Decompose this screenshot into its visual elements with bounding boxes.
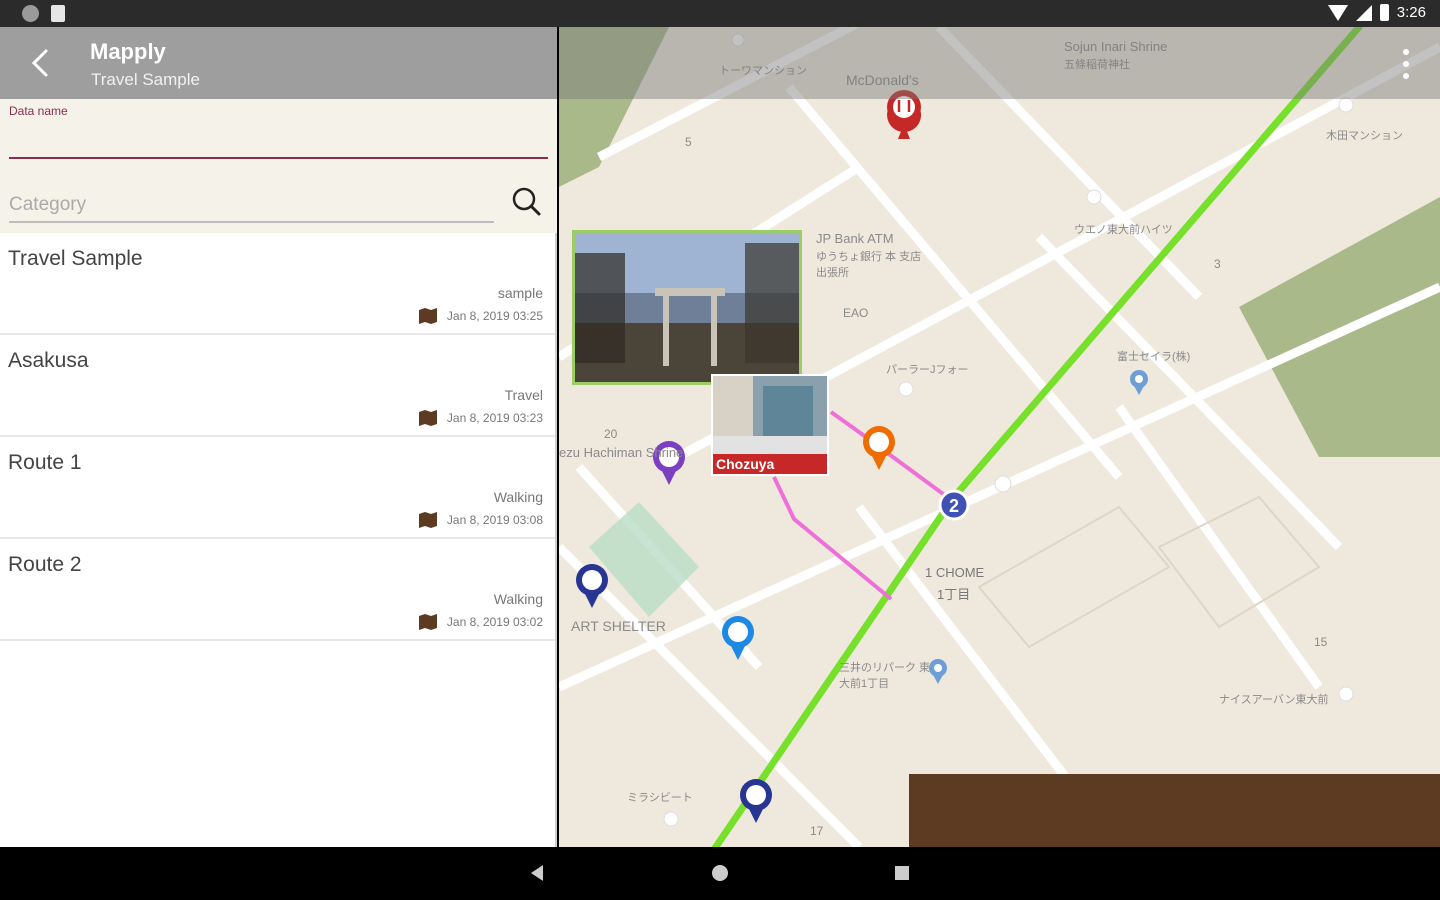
item-date: Jan 8, 2019 03:08	[446, 513, 543, 527]
more-vert-icon	[1403, 49, 1409, 55]
battery-icon	[1379, 4, 1389, 21]
notification-dot-icon	[22, 5, 39, 22]
map-canvas[interactable]: 2	[559, 27, 1440, 847]
search-form: Data name	[0, 99, 557, 233]
item-title: Asakusa	[8, 349, 89, 372]
map-label: パーラーJフォー	[886, 364, 969, 376]
item-category: Travel	[504, 387, 543, 403]
map-label: ウエノ東大前ハイツ	[1074, 224, 1173, 236]
map-label: ART SHELTER	[571, 618, 666, 634]
map-label: ナイスアーバン東大前	[1219, 694, 1329, 706]
list-item[interactable]: Route 2 Walking Jan 8, 2019 03:02	[0, 539, 555, 641]
route-waypoint-label: 2	[949, 496, 959, 516]
search-button[interactable]	[508, 183, 544, 219]
map-label: ezu Hachiman Shrine	[559, 445, 684, 460]
app-subtitle: Travel Sample	[91, 70, 200, 89]
nav-home-icon[interactable]	[712, 865, 728, 881]
category-input[interactable]	[9, 189, 494, 223]
map-icon	[418, 614, 437, 630]
item-date: Jan 8, 2019 03:02	[446, 615, 543, 629]
item-title: Route 2	[8, 553, 82, 576]
map-label: 1丁目	[937, 587, 971, 602]
search-icon	[512, 187, 541, 216]
map-label: 木田マンション	[1326, 130, 1403, 142]
map-icon	[418, 512, 437, 528]
map-label: 17	[810, 824, 824, 838]
map-icon	[418, 308, 437, 324]
item-category: Walking	[493, 591, 543, 607]
item-date: Jan 8, 2019 03:25	[446, 309, 543, 323]
map-label: 三井のリパーク 東大前1丁目	[839, 662, 931, 690]
app: Mapply Travel Sample Data name Travel Sa…	[0, 27, 1440, 847]
sd-card-icon	[51, 5, 65, 22]
bottom-sheet[interactable]	[909, 774, 1440, 847]
map-label: ミラシビート	[627, 792, 693, 804]
status-bar: 3:26	[0, 0, 1440, 27]
map-label: ゆうちょ銀行 本 支店 出張所	[816, 251, 922, 279]
photo-caption: Chozuya	[716, 456, 775, 472]
item-title: Travel Sample	[8, 247, 143, 270]
photo-marker-chozuya[interactable]: Chozuya	[711, 374, 829, 476]
item-date: Jan 8, 2019 03:23	[446, 411, 543, 425]
item-category: Walking	[493, 489, 543, 505]
item-title: Route 1	[8, 451, 82, 474]
map-toolbar	[559, 27, 1440, 99]
map-label: 20	[604, 427, 618, 441]
map-label: EAO	[843, 306, 869, 320]
map-view[interactable]: 2 Chozuya McDonald's Sojun Inari Shrine …	[559, 27, 1440, 847]
app-title: Mapply	[90, 39, 166, 64]
back-button[interactable]	[22, 43, 62, 83]
data-name-label: Data name	[9, 104, 68, 118]
chozuya-photo	[713, 376, 827, 454]
map-label: 5	[685, 135, 692, 149]
wifi-icon	[1327, 4, 1348, 21]
data-list: Travel Sample sample Jan 8, 2019 03:25 A…	[0, 233, 555, 641]
map-label: 3	[1214, 257, 1221, 271]
data-list-panel: Mapply Travel Sample Data name Travel Sa…	[0, 27, 557, 847]
data-name-input[interactable]	[9, 121, 548, 159]
nav-recents-icon[interactable]	[895, 866, 909, 880]
overflow-menu-button[interactable]	[1400, 49, 1412, 79]
map-label: JP Bank ATM	[816, 231, 894, 246]
status-time: 3:26	[1396, 4, 1426, 21]
photo-marker[interactable]	[572, 230, 802, 385]
list-item[interactable]: Route 1 Walking Jan 8, 2019 03:08	[0, 437, 555, 539]
map-label: 15	[1314, 635, 1328, 649]
navigation-bar	[0, 847, 1440, 900]
arrow-back-icon	[31, 49, 48, 77]
list-item[interactable]: Travel Sample sample Jan 8, 2019 03:25	[0, 233, 555, 335]
list-item[interactable]: Asakusa Travel Jan 8, 2019 03:23	[0, 335, 555, 437]
nav-back-icon[interactable]	[531, 865, 543, 881]
map-icon	[418, 410, 437, 426]
map-label: 富士セイラ(株)	[1117, 351, 1191, 363]
app-toolbar: Mapply Travel Sample	[0, 27, 557, 99]
signal-icon	[1355, 4, 1372, 21]
item-category: sample	[497, 285, 543, 301]
shrine-photo	[575, 233, 799, 382]
map-label: 1 CHOME	[925, 565, 985, 580]
